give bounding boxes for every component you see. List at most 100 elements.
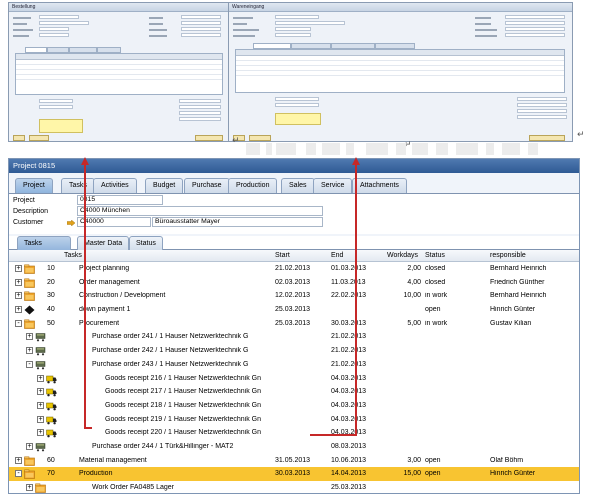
folder-icon	[24, 469, 35, 480]
thumb-field	[179, 105, 221, 109]
task-end-date: 25.03.2013	[331, 484, 367, 491]
thumb-label	[233, 29, 259, 31]
paragraph-mark: ↵	[577, 130, 585, 140]
annotation-line	[84, 427, 92, 429]
window-title: Project 0815	[9, 159, 579, 173]
collapse-toggle-icon[interactable]: -	[26, 360, 33, 368]
task-row[interactable]: - 70 Production 30.03.2013 14.04.2013 15,00 op…	[9, 467, 579, 481]
tab-sales[interactable]: Sales	[281, 178, 315, 193]
task-row[interactable]: +30 Construction / Development 12.02.2013 2…	[9, 289, 579, 303]
thumb-grid	[15, 53, 223, 95]
task-row[interactable]: + Goods receipt 216 / 1 Hauser Netzwerkte…	[9, 372, 579, 386]
expand-toggle-icon[interactable]: +	[26, 333, 33, 341]
thumb-field	[275, 27, 311, 31]
customer-label: Customer	[13, 219, 44, 226]
task-start-date: 02.03.2013	[275, 278, 311, 286]
task-row[interactable]: + Goods receipt 217 / 1 Hauser Netzwerkte…	[9, 385, 579, 399]
collapse-toggle-icon[interactable]: -	[15, 470, 22, 478]
paragraph-mark: ↵	[232, 136, 240, 146]
thumb-label	[149, 35, 167, 37]
task-responsible: Olaf Böhm	[490, 456, 524, 464]
expand-toggle-icon[interactable]: +	[15, 265, 22, 272]
column-header-end[interactable]: End	[331, 252, 343, 259]
annotation-arrowhead	[352, 157, 360, 165]
collapse-toggle-icon[interactable]: -	[15, 319, 22, 327]
expand-toggle-icon[interactable]: +	[37, 429, 44, 437]
expand-toggle-icon[interactable]: +	[26, 347, 33, 355]
tab-purchase[interactable]: Purchase	[184, 178, 230, 193]
task-name: Goods receipt 219 / 1 Hauser Netzwerktec…	[105, 415, 262, 423]
task-row[interactable]: - Purchase order 243 / 1 Hauser Netzwerkt…	[9, 358, 579, 372]
thumb-field	[39, 105, 73, 109]
link-arrow-icon[interactable]	[67, 220, 75, 226]
expand-toggle-icon[interactable]: +	[37, 415, 44, 423]
task-row[interactable]: + Goods receipt 220 / 1 Hauser Netzwerkte…	[9, 426, 579, 440]
thumb-field	[39, 33, 69, 37]
task-workdays: 15,00	[403, 470, 421, 478]
expand-toggle-icon[interactable]: +	[15, 456, 22, 464]
task-status: in work	[425, 319, 448, 327]
task-name: Purchase order 242 / 1 Hauser Netzwerkte…	[92, 347, 249, 355]
main-tabbar: Project Tasks Activities Budget Purchase…	[9, 178, 579, 194]
column-header-start[interactable]: Start	[275, 252, 290, 259]
task-name: Purchase order 244 / 1 Türk&Hillinger - …	[92, 442, 234, 450]
thumb-label	[233, 17, 253, 19]
task-row[interactable]: + Purchase order 242 / 1 Hauser Netzwerkt…	[9, 344, 579, 358]
tab-project[interactable]: Project	[15, 178, 53, 193]
task-row[interactable]: + Goods receipt 219 / 1 Hauser Netzwerkte…	[9, 413, 579, 427]
expand-toggle-icon[interactable]: +	[37, 374, 44, 382]
task-row[interactable]: +20 Order management 02.03.2013 11.03.2013 4…	[9, 276, 579, 290]
task-row[interactable]: + Purchase order 241 / 1 Hauser Netzwerkt…	[9, 330, 579, 344]
column-header-responsible[interactable]: responsible	[490, 252, 526, 259]
task-responsible: Gustav Kilian	[490, 319, 532, 327]
column-header-tasks[interactable]: Tasks	[64, 252, 82, 259]
expand-toggle-icon[interactable]: +	[15, 292, 22, 300]
task-row[interactable]: +60 Material management 31.05.2013 10.06.20…	[9, 454, 579, 468]
task-name: Purchase order 241 / 1 Hauser Netzwerkte…	[92, 333, 249, 341]
column-header-status[interactable]: Status	[425, 252, 445, 259]
thumb-field	[181, 27, 221, 31]
task-workdays: 10,00	[403, 292, 421, 300]
customer-name-field[interactable]: Büroausstatter Mayer	[152, 217, 323, 227]
project-field[interactable]: 0815	[77, 195, 163, 205]
column-header-workdays[interactable]: Workdays	[387, 252, 418, 259]
thumb-field	[179, 117, 221, 121]
thumb-label	[149, 29, 167, 31]
task-row[interactable]: + Work Order FA0485 Lager 25.03.2013	[9, 481, 579, 493]
description-field[interactable]: C4000 München	[77, 206, 323, 216]
project-header: Project 0815 Description C4000 München C…	[9, 194, 579, 234]
task-row[interactable]: + Goods receipt 218 / 1 Hauser Netzwerkte…	[9, 399, 579, 413]
task-name: Goods receipt 217 / 1 Hauser Netzwerktec…	[105, 388, 262, 396]
expand-toggle-icon[interactable]: +	[37, 388, 44, 396]
task-responsible: Hinrich Günter	[490, 470, 536, 478]
task-name: Project planning	[79, 265, 130, 272]
expand-toggle-icon[interactable]: +	[15, 278, 22, 286]
expand-toggle-icon[interactable]: +	[37, 401, 44, 409]
thumb-field	[181, 15, 221, 19]
task-status: open	[425, 306, 441, 314]
purchase-order-window-thumbnail: Bestellung	[8, 2, 230, 142]
tab-budget[interactable]: Budget	[145, 178, 184, 193]
task-status: closed	[425, 265, 446, 272]
task-number: 50	[47, 319, 55, 327]
subtab-tasks[interactable]: Tasks	[17, 236, 71, 250]
tab-tasks[interactable]: Tasks	[61, 178, 95, 193]
thumb-field	[517, 97, 567, 101]
thumb-field	[181, 33, 221, 37]
expand-toggle-icon[interactable]: +	[26, 442, 33, 450]
tab-production[interactable]: Production	[228, 178, 278, 193]
expand-toggle-icon[interactable]: +	[15, 306, 22, 314]
subtab-status[interactable]: Status	[129, 236, 163, 250]
task-row[interactable]: + Purchase order 244 / 1 Türk&Hillinger -…	[9, 440, 579, 454]
thumb-field	[517, 115, 567, 119]
thumb-field	[505, 15, 565, 19]
folder-icon	[24, 291, 35, 302]
tab-service[interactable]: Service	[313, 178, 353, 193]
task-row[interactable]: -50 Procurement 25.03.2013 30.03.2013 5,00 in…	[9, 317, 579, 331]
expand-toggle-icon[interactable]: +	[26, 484, 33, 491]
customer-code-field[interactable]: C40000	[77, 217, 151, 227]
tab-attachments[interactable]: Attachments	[352, 178, 407, 193]
tab-activities[interactable]: Activities	[93, 178, 137, 193]
task-row[interactable]: +40 down payment 1 25.03.2013 open Hinrich G…	[9, 303, 579, 317]
task-row[interactable]: +10 Project planning 21.02.2013 01.03.2013 2…	[9, 262, 579, 276]
